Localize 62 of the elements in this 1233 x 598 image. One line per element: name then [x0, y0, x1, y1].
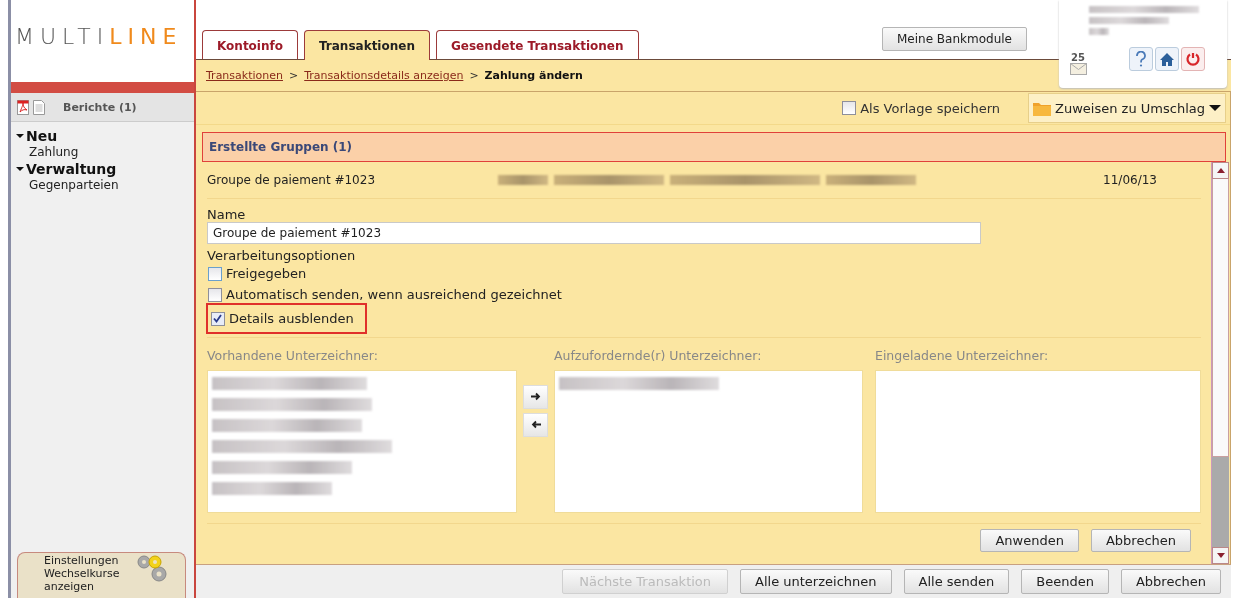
breadcrumb-link[interactable]: Transaktionen [206, 69, 283, 82]
scroll-down-icon[interactable] [1216, 553, 1225, 558]
mail-count: 25 [1071, 53, 1085, 63]
tree-item[interactable]: Gegenparteien [15, 177, 194, 194]
checkbox-label: Als Vorlage speichern [860, 100, 1001, 116]
tree-item[interactable]: Zahlung [15, 144, 194, 161]
apply-button[interactable]: Anwenden [980, 529, 1079, 552]
mail-icon[interactable] [1069, 63, 1087, 75]
breadcrumb-separator: > [289, 69, 299, 82]
tab[interactable]: Gesendete Transaktionen [435, 30, 639, 59]
breadcrumb-current: Zahlung ändern [484, 69, 583, 82]
footer-button[interactable]: Abbrechen [1120, 569, 1221, 594]
checkbox[interactable] [211, 311, 225, 326]
tab[interactable]: Kontoinfo [202, 30, 298, 59]
checkbox-label: Freigegeben [226, 266, 307, 281]
breadcrumb-separator: > [469, 69, 479, 82]
caret-icon[interactable] [15, 165, 25, 173]
pdf-icon[interactable] [17, 99, 29, 115]
move-left-button[interactable] [523, 412, 548, 437]
section-label: Verarbeitungsoptionen [207, 248, 357, 263]
group-header: Erstellte Gruppen (1) [202, 132, 1226, 162]
field-label: Name [207, 207, 247, 222]
breadcrumb-link[interactable]: Transaktionsdetails anzeigen [304, 69, 464, 82]
list-title: Eingeladene Unterzeichner: [875, 348, 1050, 365]
list-title: Vorhandene Unterzeichner: [207, 348, 379, 365]
list-title: Aufzufordernde(r) Unterzeichner: [554, 348, 763, 365]
name-field[interactable]: Groupe de paiement #1023 [207, 222, 981, 244]
reports-link[interactable]: Berichte (1) [63, 100, 137, 114]
group-date: 11/06/13 [1103, 173, 1157, 187]
cancel-button[interactable]: Abbrechen [1090, 529, 1191, 552]
redacted-text [1089, 28, 1109, 35]
scrollbar-thumb[interactable] [1212, 457, 1229, 547]
tree-section[interactable]: Neu [15, 128, 194, 144]
modules-button[interactable]: Meine Bankmodule [882, 27, 1027, 51]
scrollbar[interactable] [1211, 162, 1229, 564]
arrow-left-icon [530, 420, 541, 429]
logo: MULTI LINE [15, 24, 183, 49]
footer-button[interactable]: Alle unterzeichnen [740, 569, 892, 594]
home-icon[interactable] [1155, 47, 1179, 71]
settings-link[interactable]: Einstellungen [44, 554, 135, 567]
arrow-right-icon [530, 392, 541, 401]
checkbox[interactable] [208, 266, 222, 281]
help-icon[interactable] [1129, 47, 1153, 71]
tab[interactable]: Transaktionen [304, 30, 430, 60]
caret-icon [1209, 104, 1221, 112]
document-icon[interactable] [33, 99, 45, 115]
footer-button[interactable]: Alle senden [903, 569, 1010, 594]
power-icon[interactable] [1181, 47, 1205, 71]
scroll-up-icon[interactable] [1216, 168, 1225, 173]
redacted-text [498, 175, 549, 185]
envelope-dropdown[interactable]: Zuweisen zu Umschlag [1028, 93, 1226, 123]
move-right-button[interactable] [523, 384, 548, 409]
checkbox[interactable] [208, 287, 222, 302]
checkbox-label: Automatisch senden, wenn ausreichend gezeichnet [226, 287, 562, 302]
checkbox-label: Details ausblenden [229, 311, 354, 326]
group-name: Groupe de paiement #1023 [207, 173, 376, 187]
folder-icon [1033, 100, 1052, 116]
footer-button[interactable]: Beenden [1021, 569, 1109, 594]
checkbox[interactable] [842, 101, 857, 115]
settings-link[interactable]: Wechselkurse anzeigen [44, 567, 135, 593]
caret-icon[interactable] [15, 132, 25, 140]
tree-section[interactable]: Verwaltung [15, 161, 194, 177]
